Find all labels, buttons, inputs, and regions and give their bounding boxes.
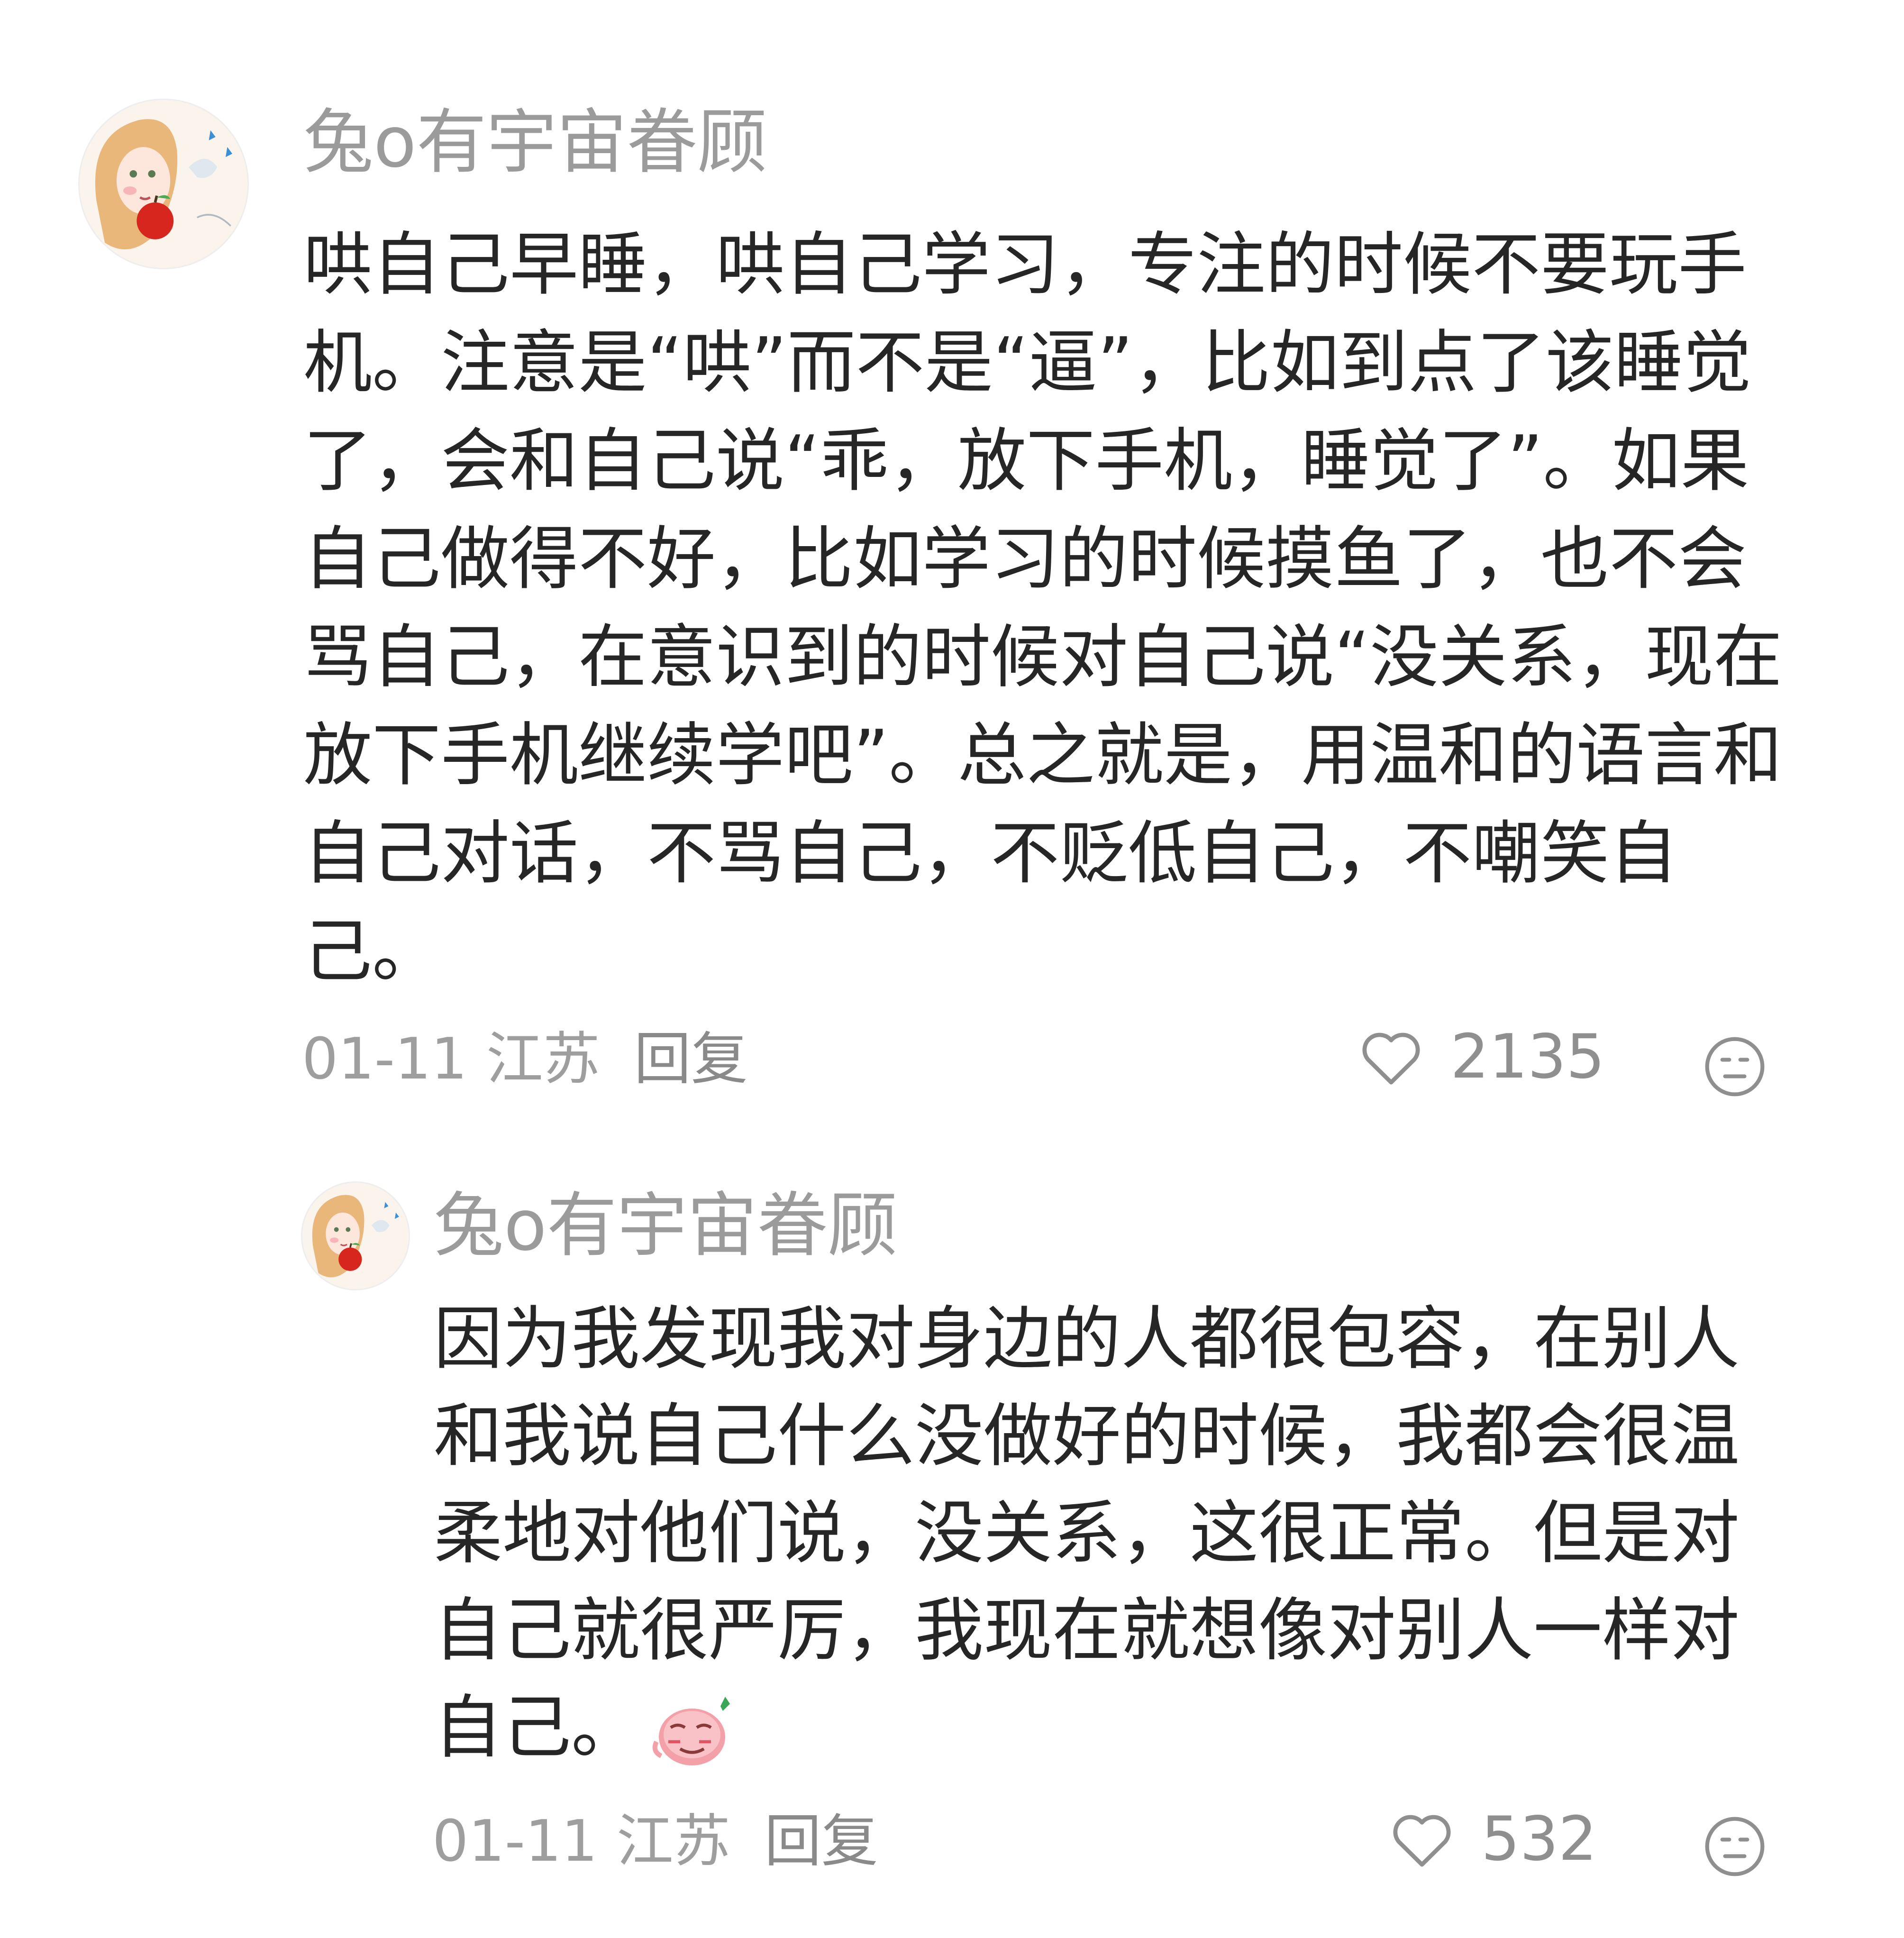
comment-text-content: 因为我发现我对身边的人都很包容，在别人和我说自己什么没做好的时候，我都会很温柔地… <box>434 1299 1740 1768</box>
dislike-button[interactable] <box>1702 1033 1768 1100</box>
like-button[interactable]: 2135 <box>1356 1019 1605 1095</box>
reply-button[interactable]: 回复 <box>634 1024 748 1095</box>
neutral-face-icon <box>1705 1817 1765 1876</box>
user-avatar[interactable] <box>301 1181 410 1290</box>
heart-outline-icon <box>1362 1033 1420 1085</box>
reply-button[interactable]: 回复 <box>765 1806 878 1877</box>
dislike-button[interactable] <box>1702 1813 1768 1880</box>
shy-blush-emoji <box>640 1694 735 1770</box>
like-count: 2135 <box>1450 1022 1605 1092</box>
avatar-illustration <box>80 100 247 268</box>
comment-username[interactable]: 兔o有宇宙眷顾 <box>303 102 767 183</box>
comment-location: 江苏 <box>616 1809 730 1874</box>
comment-date: 01-11 <box>432 1809 598 1874</box>
comment-text: 因为我发现我对身边的人都很包容，在别人和我说自己什么没做好的时候，我都会很温柔地… <box>434 1290 1761 1776</box>
like-count: 532 <box>1481 1804 1597 1874</box>
comment-meta: 01-11 江苏 回复 <box>302 1024 748 1095</box>
neutral-face-icon <box>1705 1037 1765 1097</box>
comment-date: 01-11 <box>302 1026 467 1092</box>
heart-outline-icon <box>1393 1815 1451 1867</box>
like-button[interactable]: 532 <box>1386 1801 1597 1877</box>
comment-location: 江苏 <box>486 1026 600 1092</box>
comment-username[interactable]: 兔o有宇宙眷顾 <box>434 1185 898 1266</box>
avatar-illustration <box>302 1183 409 1289</box>
user-avatar[interactable] <box>78 99 249 269</box>
comment-meta: 01-11 江苏 回复 <box>432 1806 878 1877</box>
comment-text: 哄自己早睡，哄自己学习，专注的时候不要玩手机。注意是“哄”而不是“逼”，比如到点… <box>303 225 1783 992</box>
